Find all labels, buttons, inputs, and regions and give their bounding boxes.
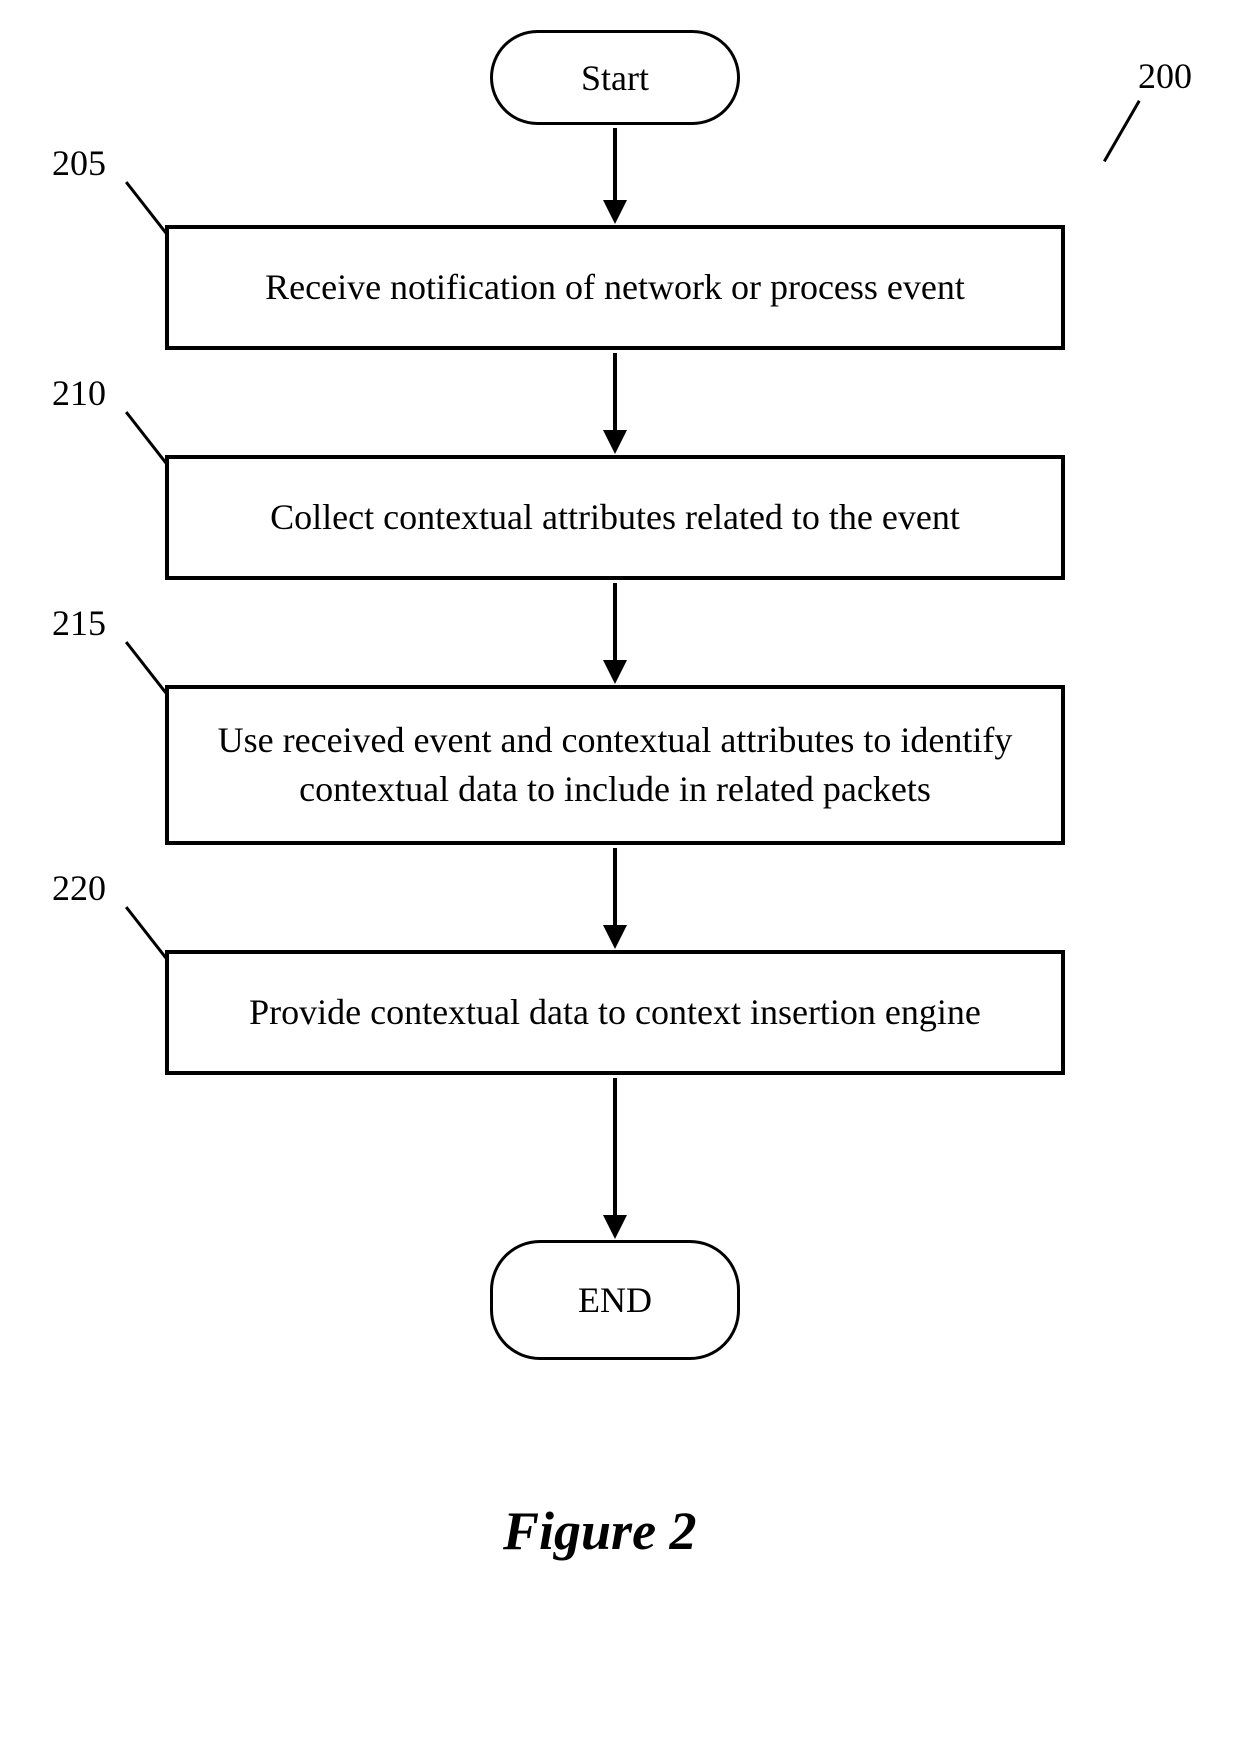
- start-terminal: Start: [490, 30, 740, 125]
- step1-box: Receive notification of network or proce…: [165, 225, 1065, 350]
- step2-box: Collect contextual attributes related to…: [165, 455, 1065, 580]
- step3-text: Use received event and contextual attrib…: [199, 716, 1031, 813]
- arrow-step2-step3: [613, 583, 617, 663]
- arrowhead-step2-step3: [603, 660, 627, 684]
- figure-caption: Figure 2: [503, 1500, 697, 1562]
- step1-ref: 205: [52, 142, 106, 184]
- arrow-step4-end: [613, 1078, 617, 1218]
- arrow-start-step1: [613, 128, 617, 203]
- diagram-ref-number: 200: [1138, 55, 1192, 97]
- flowchart-diagram: 200 Start 205 Receive notification of ne…: [0, 0, 1240, 1747]
- step2-ref: 210: [52, 372, 106, 414]
- ref-tick-200: [1103, 100, 1141, 162]
- end-label: END: [578, 1279, 652, 1321]
- step4-ref: 220: [52, 867, 106, 909]
- step3-box: Use received event and contextual attrib…: [165, 685, 1065, 845]
- step1-text: Receive notification of network or proce…: [265, 263, 965, 312]
- step2-text: Collect contextual attributes related to…: [270, 493, 960, 542]
- step4-text: Provide contextual data to context inser…: [249, 988, 981, 1037]
- start-label: Start: [581, 57, 649, 99]
- arrowhead-step3-step4: [603, 925, 627, 949]
- step3-ref: 215: [52, 602, 106, 644]
- arrowhead-step1-step2: [603, 430, 627, 454]
- end-terminal: END: [490, 1240, 740, 1360]
- arrow-step3-step4: [613, 848, 617, 928]
- arrowhead-step4-end: [603, 1215, 627, 1239]
- arrow-step1-step2: [613, 353, 617, 433]
- step4-box: Provide contextual data to context inser…: [165, 950, 1065, 1075]
- arrowhead-start-step1: [603, 200, 627, 224]
